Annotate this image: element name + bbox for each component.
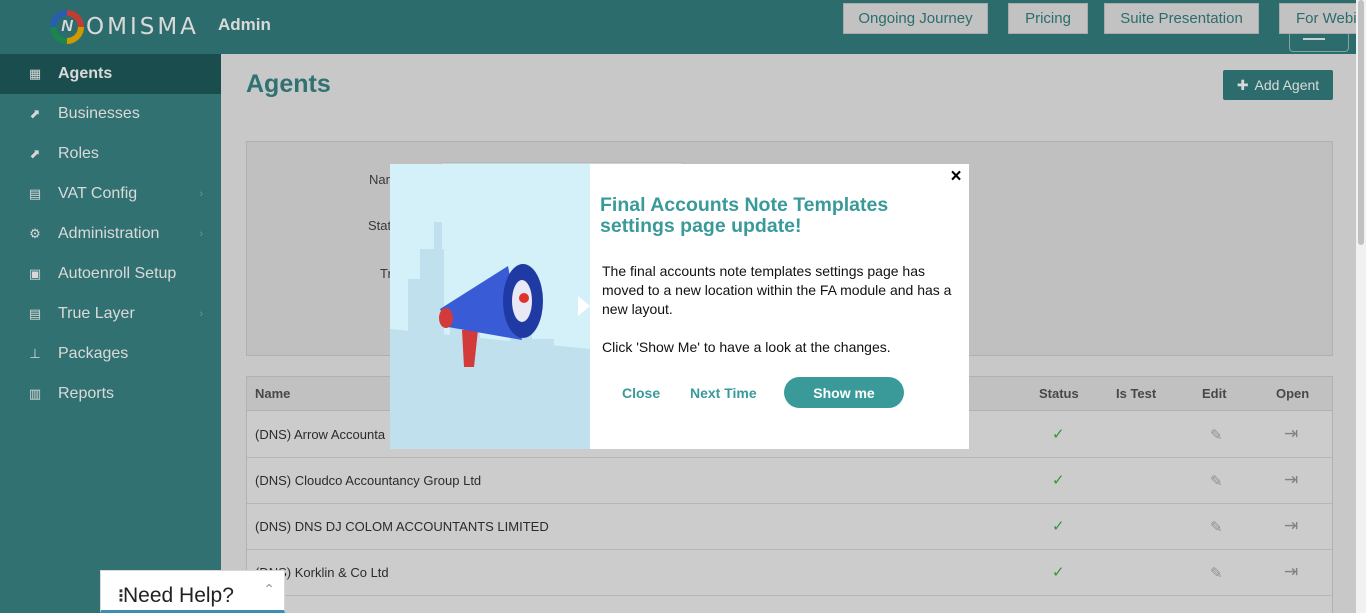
close-button[interactable]: Close	[622, 385, 660, 401]
megaphone-illustration	[390, 164, 590, 449]
announcement-modal: × Final Accounts Note Templates settings…	[390, 164, 969, 449]
modal-paragraph: Click 'Show Me' to have a look at the ch…	[602, 339, 891, 355]
next-time-button[interactable]: Next Time	[690, 385, 757, 401]
show-me-button[interactable]: Show me	[784, 377, 904, 408]
modal-body: The final accounts note templates settin…	[602, 262, 952, 357]
scrollbar-thumb[interactable]	[1358, 0, 1364, 245]
megaphone-icon	[390, 164, 590, 449]
modal-title: Final Accounts Note Templates settings p…	[600, 194, 889, 237]
need-help-widget[interactable]: ⋮ Need Help? ⌃	[100, 570, 285, 613]
modal-paragraph: The final accounts note templates settin…	[602, 263, 952, 317]
chevron-up-icon[interactable]: ⌃	[263, 581, 275, 598]
page-scrollbar[interactable]	[1356, 0, 1366, 613]
need-help-label: Need Help?	[123, 584, 234, 607]
close-icon[interactable]: ×	[947, 167, 965, 186]
